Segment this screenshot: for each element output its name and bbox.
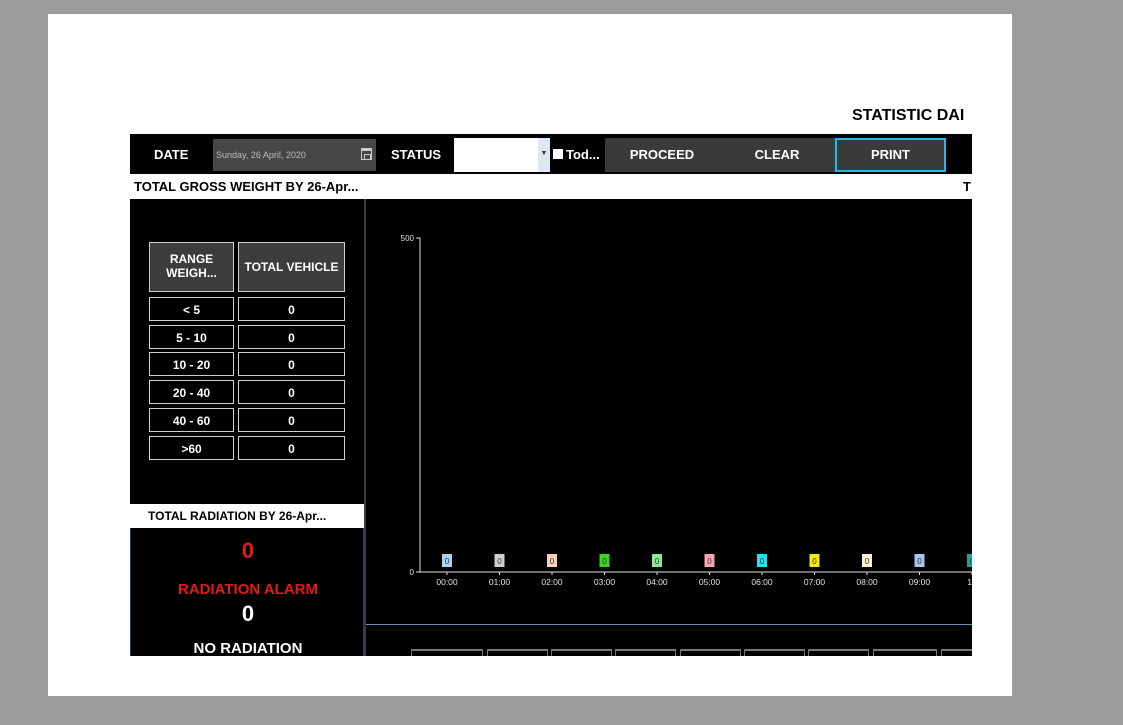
- status-select[interactable]: ▼: [454, 138, 550, 172]
- total-cell: 0: [238, 436, 345, 460]
- data-label: 0: [865, 557, 870, 566]
- report-viewport: DATE Sunday, 26 April, 2020 STATUS ▼ Tod…: [130, 134, 972, 656]
- calendar-icon[interactable]: [361, 148, 372, 160]
- table-header-cell: [551, 649, 612, 656]
- x-tick-label: 09:00: [909, 577, 931, 587]
- range-cell: 20 - 40: [149, 380, 234, 404]
- range-cell: >60: [149, 436, 234, 460]
- hourly-chart: 0 500 0 00:00 0 01:00 0 02:00 0 03:00 0 04:00 0 05:00…: [364, 199, 972, 656]
- today-label[interactable]: Tod...: [566, 147, 604, 162]
- data-label: 0: [655, 557, 660, 566]
- x-tick-label: 07:00: [804, 577, 826, 587]
- date-value: Sunday, 26 April, 2020: [216, 150, 306, 160]
- radiation-alarm-label: RADIATION ALARM: [178, 581, 318, 598]
- x-tick-label: 04:00: [646, 577, 668, 587]
- data-label: 0: [497, 557, 502, 566]
- table-header-cell: [744, 649, 805, 656]
- x-tick-label: 06:00: [751, 577, 773, 587]
- y-tick-label: 500: [401, 234, 415, 243]
- x-tick-label: 03:00: [594, 577, 616, 587]
- table-header-cell: [487, 649, 548, 656]
- data-label: 0: [707, 557, 712, 566]
- data-label: 0: [602, 557, 607, 566]
- range-cell: < 5: [149, 297, 234, 321]
- range-cell: 10 - 20: [149, 352, 234, 376]
- data-label: 0: [917, 557, 922, 566]
- range-cell: 5 - 10: [149, 325, 234, 349]
- date-picker[interactable]: Sunday, 26 April, 2020: [213, 139, 376, 171]
- hourly-chart-svg: 0 500 0 00:00 0 01:00 0 02:00 0 03:00 0 04:00 0 05:00…: [401, 234, 972, 587]
- total-cell: 0: [238, 380, 345, 404]
- gross-weight-title: TOTAL GROSS WEIGHT BY 26-Apr...: [134, 179, 359, 194]
- status-label: STATUS: [391, 147, 442, 162]
- table-header-cell: [615, 649, 676, 656]
- x-tick-label: 00:00: [436, 577, 458, 587]
- report-title: STATISTIC DAI: [852, 107, 965, 124]
- data-label: 0: [760, 557, 765, 566]
- divider: [366, 624, 972, 625]
- proceed-button[interactable]: PROCEED: [605, 138, 719, 172]
- y-tick-label: 0: [410, 568, 415, 577]
- data-label: 0: [445, 557, 450, 566]
- total-cell: 0: [238, 408, 345, 432]
- date-label: DATE: [154, 147, 189, 162]
- total-cell: 0: [238, 325, 345, 349]
- radiation-panel: 0 RADIATION ALARM 0 NO RADIATION: [130, 528, 364, 656]
- data-label: 0: [550, 557, 555, 566]
- x-tick-label: 05:00: [699, 577, 721, 587]
- gross-weight-table: RANGE WEIGH... TOTAL VEHICLE < 5 0 5 - 1…: [130, 199, 364, 504]
- range-cell: 40 - 60: [149, 408, 234, 432]
- table-header-cell: [873, 649, 937, 656]
- radiation-title: TOTAL RADIATION BY 26-Apr...: [130, 504, 364, 528]
- radiation-alarm-count: 0: [241, 538, 255, 563]
- table-header-cell: [411, 649, 483, 656]
- data-label: 0: [970, 557, 972, 566]
- total-cell: 0: [238, 352, 345, 376]
- x-tick-label: 01:00: [489, 577, 511, 587]
- table-header-cell: [680, 649, 741, 656]
- table-header-cell: [941, 649, 972, 656]
- gross-weight-right-title: T: [963, 179, 971, 194]
- range-weight-header: RANGE WEIGH...: [149, 242, 234, 292]
- x-tick-label: 10: [967, 577, 972, 587]
- no-radiation-label: NO RADIATION: [193, 640, 303, 656]
- filter-toolbar: DATE Sunday, 26 April, 2020 STATUS ▼ Tod…: [130, 134, 972, 174]
- total-cell: 0: [238, 297, 345, 321]
- chevron-down-icon[interactable]: ▼: [538, 138, 550, 172]
- x-tick-label: 02:00: [541, 577, 563, 587]
- data-label: 0: [812, 557, 817, 566]
- table-header-cell: [808, 649, 869, 656]
- total-vehicle-header: TOTAL VEHICLE: [238, 242, 345, 292]
- print-button[interactable]: PRINT: [835, 138, 946, 172]
- today-checkbox[interactable]: [553, 149, 563, 159]
- x-tick-label: 08:00: [856, 577, 878, 587]
- clear-button[interactable]: CLEAR: [719, 138, 835, 172]
- no-radiation-count: 0: [241, 601, 255, 626]
